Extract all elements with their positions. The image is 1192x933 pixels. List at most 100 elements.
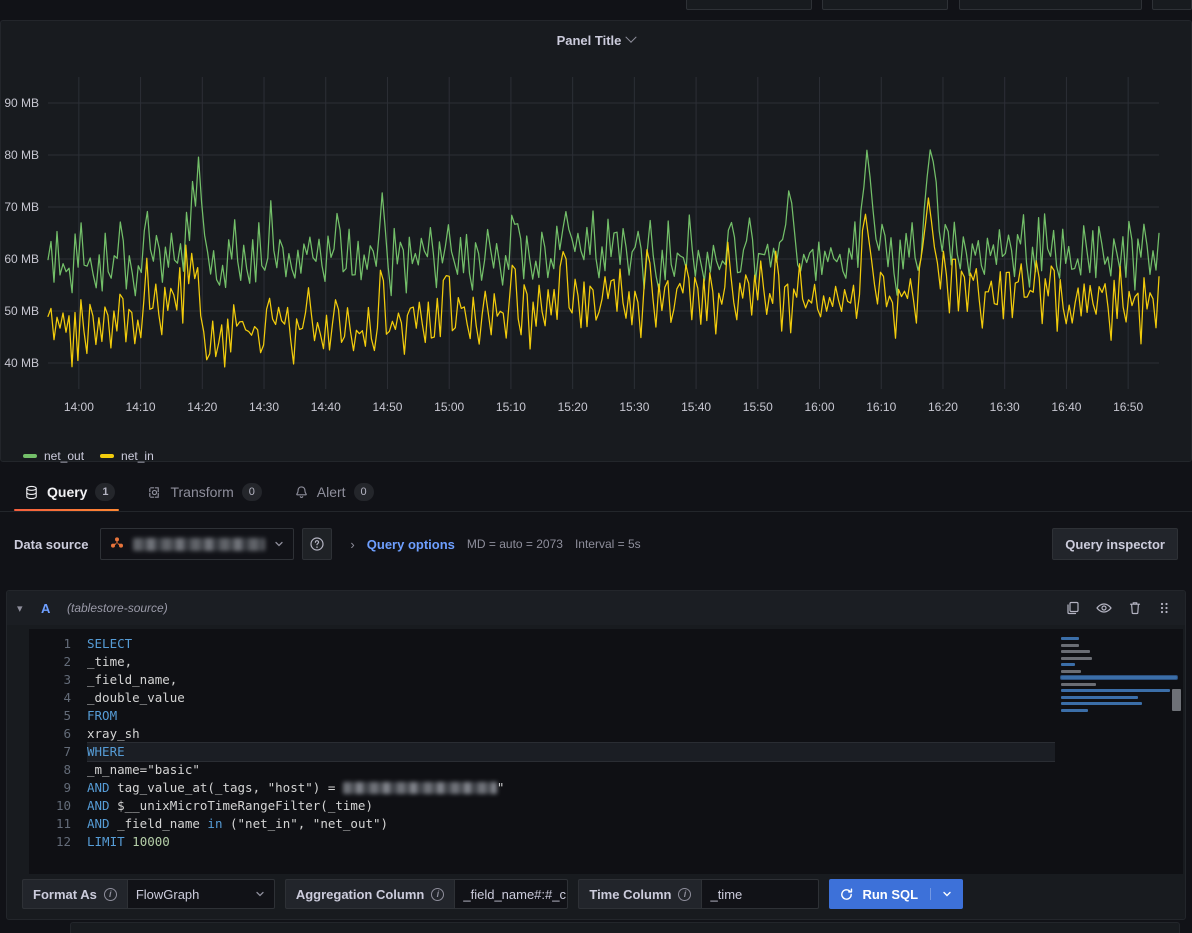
code-line[interactable]: xray_sh <box>87 725 1055 743</box>
tab-transform-label: Transform <box>170 484 233 500</box>
x-axis-tick-label: 14:30 <box>249 400 279 414</box>
time-column-label: Time Column <box>589 887 671 902</box>
tab-transform[interactable]: Transform 0 <box>137 483 275 511</box>
query-datasource-note: (tablestore-source) <box>67 601 168 615</box>
next-section-card[interactable] <box>70 922 1180 933</box>
legend-item-net-out[interactable]: net_out <box>23 449 84 463</box>
series-line-net-in <box>48 198 1159 367</box>
line-number: 6 <box>29 725 71 743</box>
x-axis-tick-label: 15:20 <box>558 400 588 414</box>
minimap-scroll-thumb[interactable] <box>1172 689 1181 711</box>
minimap-line <box>1061 696 1138 699</box>
chart-legend: net_out net_in <box>23 449 154 463</box>
minimap-line <box>1061 683 1096 686</box>
toolbar-chip-1[interactable] <box>686 0 812 10</box>
page-title: Panel Title <box>557 33 622 48</box>
editor-tabs: Query 1 Transform 0 Alert 0 <box>0 472 1192 512</box>
sql-code-content[interactable]: SELECT_time,_field_name,_double_valueFRO… <box>71 629 1055 874</box>
bell-icon <box>294 485 309 500</box>
minimap-line <box>1061 663 1075 666</box>
aggregation-column-label: Aggregation Column <box>296 887 425 902</box>
tab-alert-label: Alert <box>317 484 346 500</box>
query-inspector-button[interactable]: Query inspector <box>1052 528 1178 560</box>
x-axis-tick-label: 15:00 <box>434 400 464 414</box>
format-as-label: Format As <box>33 887 97 902</box>
refresh-icon <box>839 887 854 902</box>
transform-icon <box>147 485 162 500</box>
minimap-line <box>1061 689 1170 692</box>
line-number-gutter: 123456789101112 <box>29 629 71 874</box>
code-line[interactable]: SELECT <box>87 635 1055 653</box>
code-line[interactable]: FROM <box>87 707 1055 725</box>
format-as-value: FlowGraph <box>136 887 200 902</box>
chevron-down-icon[interactable] <box>273 538 285 550</box>
format-as-select[interactable]: FlowGraph <box>127 879 275 909</box>
aggregation-column-input[interactable]: _field_name#:#_c <box>454 879 568 909</box>
x-axis-tick-label: 14:10 <box>126 400 156 414</box>
line-number: 1 <box>29 635 71 653</box>
minimap-line <box>1061 670 1081 673</box>
next-section-label <box>71 923 1179 933</box>
y-axis-tick-label: 80 MB <box>4 148 39 162</box>
legend-label-net-out: net_out <box>44 449 84 463</box>
code-minimap[interactable] <box>1055 629 1183 874</box>
info-circle-icon[interactable]: i <box>104 888 117 901</box>
run-sql-label: Run SQL <box>862 887 918 902</box>
x-axis-tick-label: 15:50 <box>743 400 773 414</box>
code-line[interactable]: _m_name="basic" <box>87 761 1055 779</box>
query-row-actions <box>1065 600 1175 616</box>
x-axis-tick-label: 15:10 <box>496 400 526 414</box>
info-circle-icon[interactable]: i <box>678 888 691 901</box>
code-line[interactable]: _field_name, <box>87 671 1055 689</box>
chevron-down-icon[interactable] <box>626 32 637 43</box>
format-as-label-group: Format As i <box>22 879 127 909</box>
toolbar-chip-4[interactable] <box>1152 0 1192 10</box>
code-line[interactable]: WHERE <box>87 743 1055 761</box>
run-sql-dropdown[interactable] <box>930 888 953 900</box>
line-number: 10 <box>29 797 71 815</box>
time-column-input[interactable]: _time <box>701 879 819 909</box>
query-ref-id[interactable]: A <box>41 601 57 616</box>
duplicate-query-icon[interactable] <box>1065 600 1081 616</box>
timeseries-plot: 40 MB50 MB60 MB70 MB80 MB90 MB14:0014:10… <box>1 59 1192 419</box>
line-number: 4 <box>29 689 71 707</box>
x-axis-tick-label: 14:00 <box>64 400 94 414</box>
query-row-header: ▾ A (tablestore-source) <box>7 591 1185 625</box>
code-line[interactable]: LIMIT 10000 <box>87 833 1055 851</box>
query-options-bar: › Query options MD = auto = 2073 Interva… <box>340 528 1044 560</box>
x-axis-tick-label: 16:10 <box>866 400 896 414</box>
datasource-logo-icon <box>109 536 125 552</box>
x-axis-tick-label: 15:30 <box>619 400 649 414</box>
panel-editor: Panel Title 40 MB50 MB60 MB70 MB80 MB90 … <box>0 0 1192 933</box>
query-options-link[interactable]: Query options <box>367 537 455 552</box>
drag-handle-icon[interactable] <box>1157 600 1171 616</box>
legend-item-net-in[interactable]: net_in <box>100 449 154 463</box>
top-toolbar-strip <box>0 0 1192 10</box>
toolbar-chip-3[interactable] <box>959 0 1142 10</box>
code-line[interactable]: AND tag_value_at(_tags, "host") = " <box>87 779 1055 797</box>
line-number: 5 <box>29 707 71 725</box>
code-line[interactable]: _time, <box>87 653 1055 671</box>
datasource-picker[interactable] <box>100 528 294 560</box>
tab-alert[interactable]: Alert 0 <box>284 483 388 511</box>
code-line[interactable]: AND $__unixMicroTimeRangeFilter(_time) <box>87 797 1055 815</box>
toolbar-chip-2[interactable] <box>822 0 948 10</box>
tab-query[interactable]: Query 1 <box>14 483 129 511</box>
y-axis-tick-label: 90 MB <box>4 96 39 110</box>
datasource-label: Data source <box>14 537 88 552</box>
remove-query-icon[interactable] <box>1127 600 1143 616</box>
chevron-right-icon[interactable]: › <box>350 537 354 552</box>
hide-response-icon[interactable] <box>1095 600 1113 616</box>
run-sql-button[interactable]: Run SQL <box>829 879 963 909</box>
info-circle-icon[interactable]: i <box>431 888 444 901</box>
datasource-name-redacted <box>133 538 265 551</box>
datasource-help-button[interactable] <box>302 528 332 560</box>
collapse-query-icon[interactable]: ▾ <box>17 602 31 615</box>
chart-canvas: 40 MB50 MB60 MB70 MB80 MB90 MB14:0014:10… <box>1 59 1192 459</box>
y-axis-tick-label: 70 MB <box>4 200 39 214</box>
panel-header[interactable]: Panel Title <box>1 21 1191 59</box>
code-line[interactable]: _double_value <box>87 689 1055 707</box>
sql-code-editor[interactable]: 123456789101112 SELECT_time,_field_name,… <box>29 629 1183 874</box>
legend-swatch-net-out <box>23 454 37 458</box>
code-line[interactable]: AND _field_name in ("net_in", "net_out") <box>87 815 1055 833</box>
